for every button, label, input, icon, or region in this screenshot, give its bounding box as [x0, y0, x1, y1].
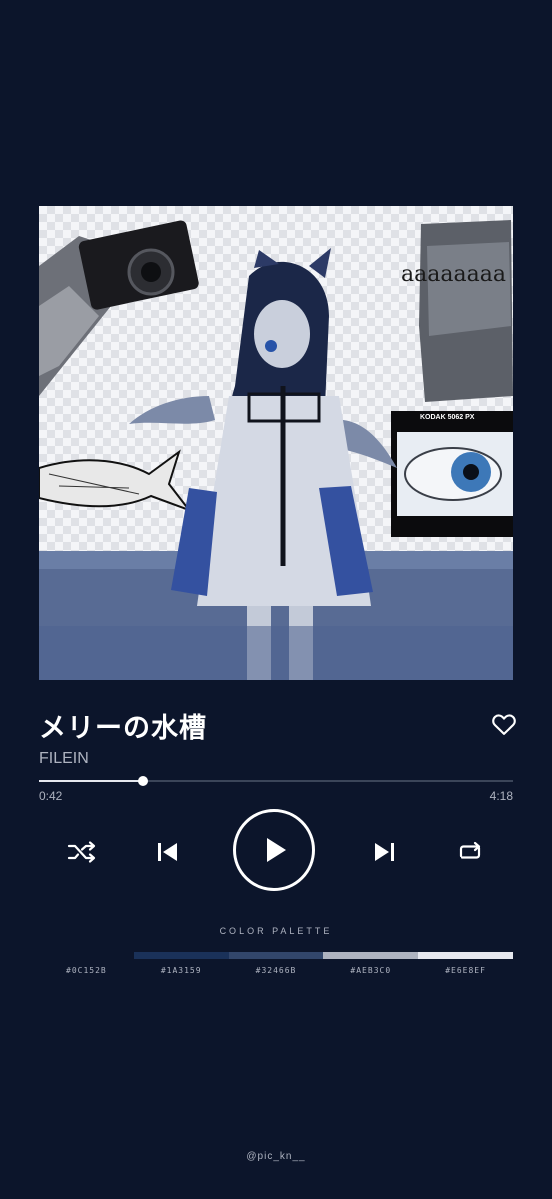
play-icon [267, 838, 286, 862]
palette-code: #1A3159 [160, 966, 202, 975]
shuffle-button[interactable] [66, 838, 98, 866]
progress-thumb[interactable] [138, 776, 149, 786]
skip-next-icon [375, 843, 394, 861]
repeat-icon [459, 841, 481, 859]
skip-previous-icon [158, 843, 177, 861]
total-time: 4:18 [489, 789, 513, 803]
palette-code: #E6E8EF [445, 966, 486, 975]
favorite-button[interactable] [490, 710, 518, 738]
palette-swatch [418, 952, 513, 959]
song-title: メリーの水槽 [39, 713, 207, 744]
progress-bar[interactable] [39, 776, 513, 786]
palette-codes: #0C152B #1A3159 #32466B #AEB3C0 #E6E8EF [39, 966, 513, 975]
palette-swatch [228, 952, 324, 959]
album-art-text: aaaaaaaa [401, 262, 506, 287]
previous-button[interactable] [154, 838, 182, 866]
palette-swatch [323, 952, 419, 959]
palette-code: #AEB3C0 [350, 966, 392, 975]
shuffle-icon [67, 841, 96, 863]
palette-code: #0C152B [66, 966, 107, 975]
progress-fill [39, 780, 144, 782]
next-button[interactable] [370, 838, 398, 866]
artist-name: FILEIN [39, 750, 89, 767]
album-art: aaaaaaaa KODAK 5062 PX [39, 206, 513, 680]
palette-swatch [39, 952, 134, 959]
palette-swatch [133, 952, 229, 959]
film-label: KODAK 5062 PX [420, 414, 475, 421]
current-time: 0:42 [39, 789, 63, 803]
credit-handle: @pic_kn__ [246, 1151, 306, 1162]
palette-title: COLOR PALETTE [219, 926, 333, 936]
palette-code: #32466B [255, 966, 297, 975]
palette-swatches [39, 952, 513, 959]
heart-icon [492, 714, 516, 735]
play-button[interactable] [233, 809, 315, 891]
repeat-button[interactable] [455, 838, 485, 866]
